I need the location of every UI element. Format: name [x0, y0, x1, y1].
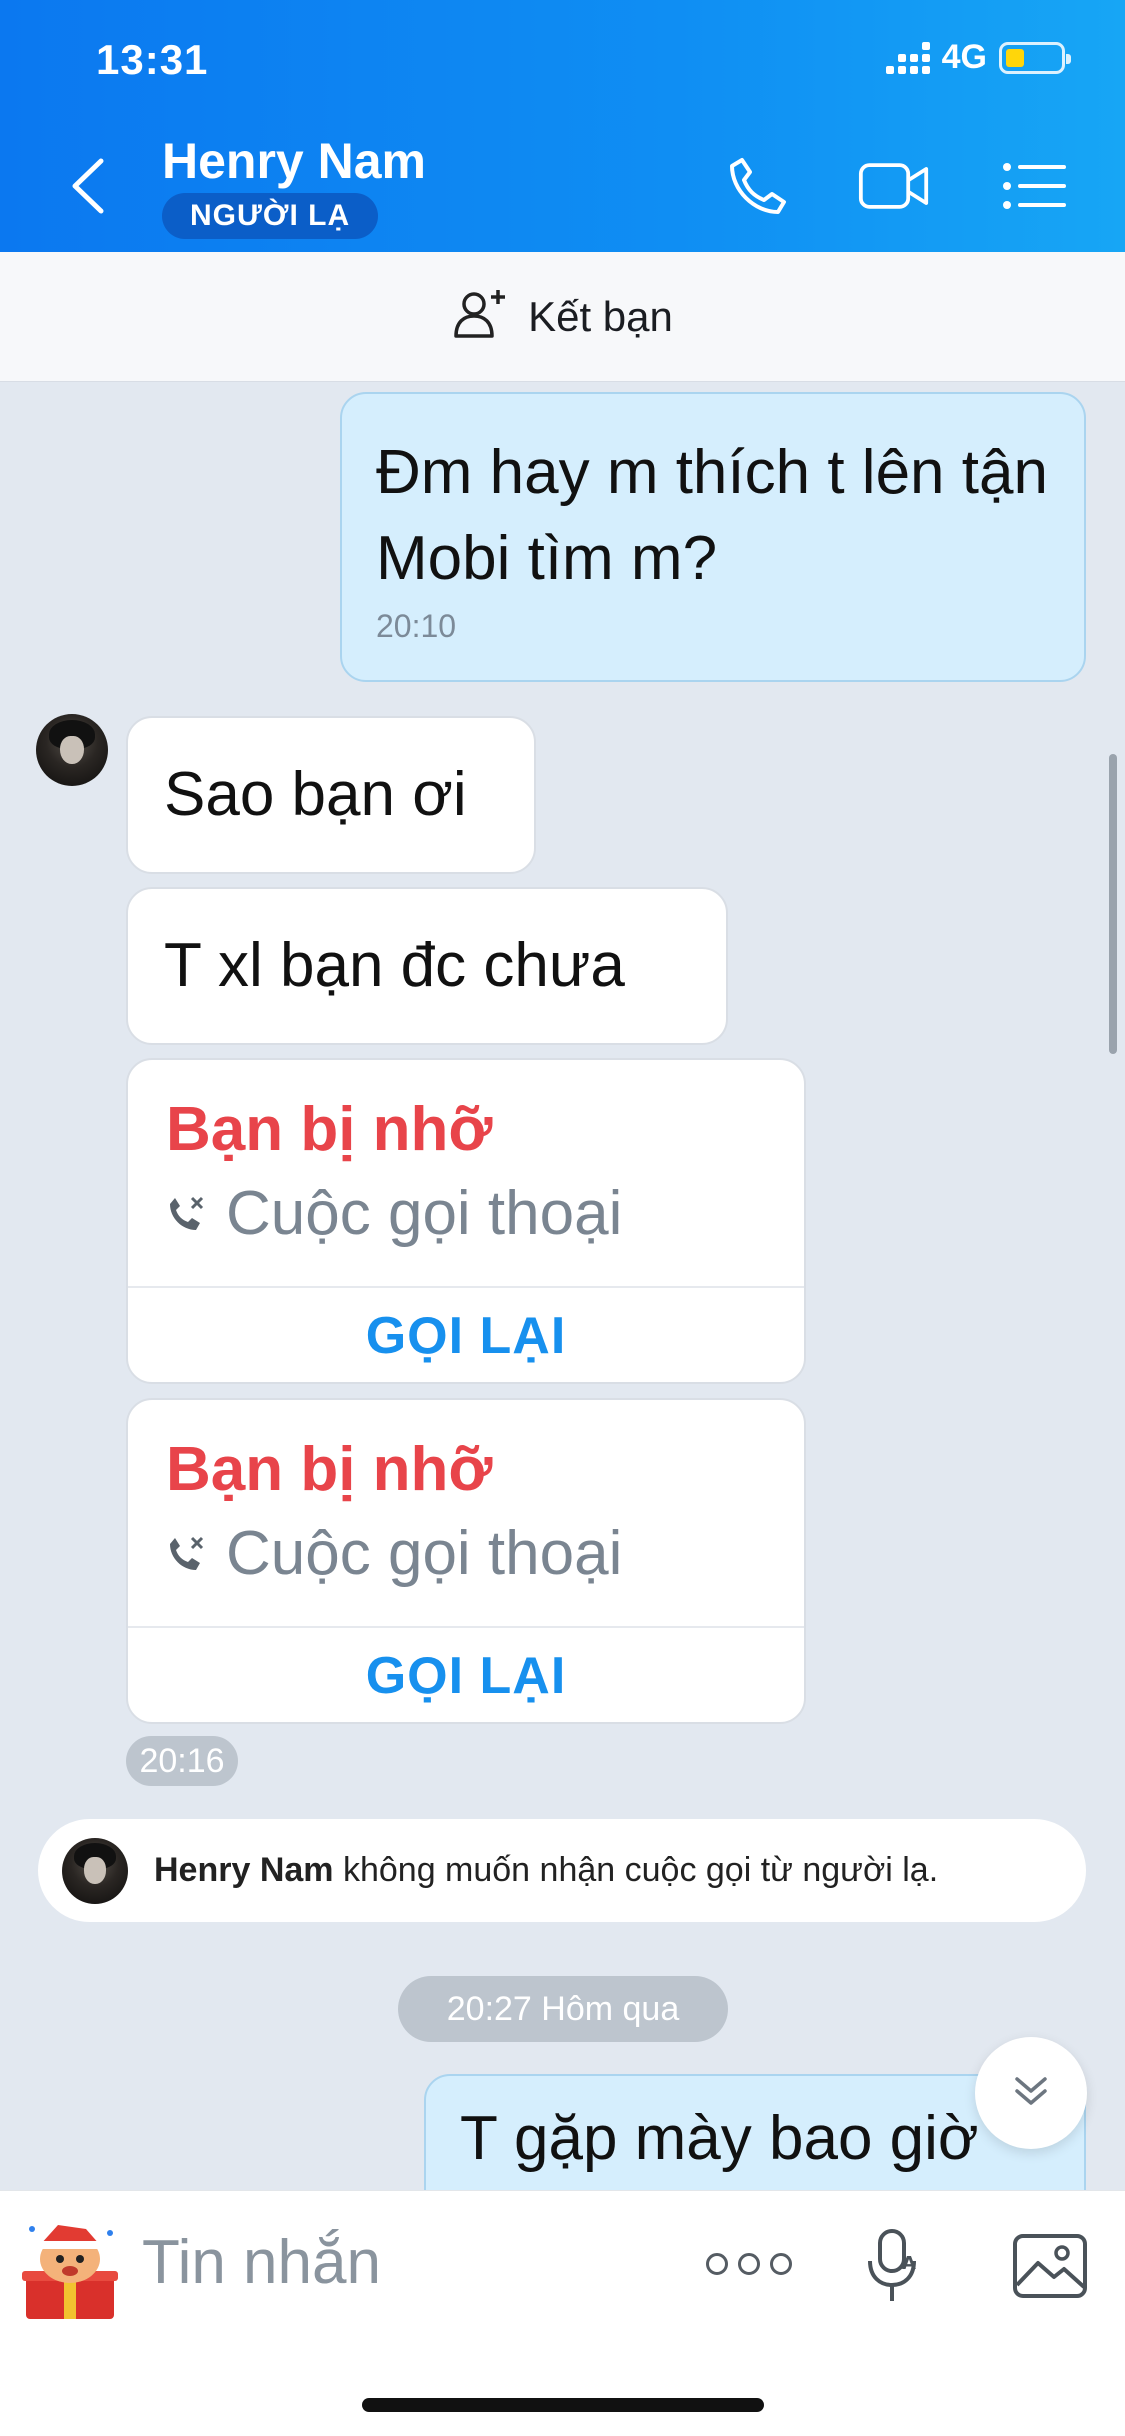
- message-text: T gặp mày bao giờ: [460, 2104, 979, 2173]
- call-back-button[interactable]: GỌI LẠI: [128, 1288, 804, 1382]
- stranger-badge: NGƯỜI LẠ: [162, 193, 379, 239]
- missed-call-title: Bạn bị nhỡ: [166, 1435, 493, 1504]
- menu-list-icon[interactable]: [998, 150, 1070, 222]
- call-type: Cuộc gọi thoại: [166, 1178, 622, 1249]
- notice-contact-name: Henry Nam: [154, 1851, 334, 1889]
- image-gallery-icon[interactable]: [1012, 2233, 1088, 2299]
- missed-call-card[interactable]: Bạn bị nhỡ Cuộc gọi thoại GỌI LẠI: [126, 1398, 806, 1724]
- voice-to-text-icon[interactable]: A: [862, 2227, 924, 2307]
- chat-header: 13:31 4G Henry Nam NGƯỜI LẠ: [0, 0, 1125, 252]
- message-bubble-incoming[interactable]: Sao bạn ơi: [126, 716, 536, 874]
- add-friend-bar[interactable]: Kết bạn: [0, 252, 1125, 382]
- add-friend-icon: [452, 286, 508, 347]
- status-icons: 4G: [885, 38, 1071, 77]
- message-input[interactable]: Tin nhắn: [142, 2227, 381, 2298]
- missed-call-title: Bạn bị nhỡ: [166, 1095, 493, 1164]
- message-time: 20:10: [376, 608, 457, 644]
- network-type: 4G: [941, 38, 987, 76]
- call-back-button[interactable]: GỌI LẠI: [128, 1628, 804, 1722]
- back-arrow-icon[interactable]: [60, 150, 114, 222]
- more-options-icon[interactable]: [706, 2253, 792, 2275]
- video-call-icon[interactable]: [858, 150, 930, 222]
- message-text: Sao bạn ơi: [164, 760, 467, 829]
- double-chevron-down-icon: [1011, 2071, 1051, 2116]
- add-friend-label: Kết bạn: [528, 292, 673, 340]
- call-type: Cuộc gọi thoại: [166, 1518, 622, 1589]
- call-type-label: Cuộc gọi thoại: [226, 1519, 623, 1588]
- status-time: 13:31: [96, 36, 209, 83]
- message-text: Đm hay m thích t lên tận Mobi tìm m?: [376, 438, 1048, 593]
- system-notice: Henry Nam không muốn nhận cuộc gọi từ ng…: [38, 1819, 1086, 1922]
- contact-avatar[interactable]: [36, 714, 108, 786]
- call-type-label: Cuộc gọi thoại: [226, 1179, 623, 1248]
- message-bubble-incoming[interactable]: T xl bạn đc chưa: [126, 887, 728, 1045]
- message-bubble-outgoing[interactable]: Đm hay m thích t lên tận Mobi tìm m? 20:…: [340, 392, 1086, 682]
- home-indicator[interactable]: [362, 2398, 764, 2412]
- day-separator: 20:27 Hôm qua: [398, 1976, 728, 2042]
- missed-call-icon: [166, 1518, 206, 1589]
- message-text: T xl bạn đc chưa: [164, 931, 625, 1000]
- missed-call-card[interactable]: Bạn bị nhỡ Cuộc gọi thoại GỌI LẠI: [126, 1058, 806, 1384]
- phone-icon[interactable]: [720, 150, 792, 222]
- signal-icon: [885, 41, 930, 74]
- contact-avatar: [62, 1837, 128, 1904]
- contact-name[interactable]: Henry Nam: [162, 132, 426, 190]
- notice-text: không muốn nhận cuộc gọi từ người lạ.: [333, 1851, 939, 1889]
- battery-icon: [999, 41, 1071, 74]
- chat-area[interactable]: Đm hay m thích t lên tận Mobi tìm m? 20:…: [0, 382, 1125, 2190]
- svg-text:A: A: [902, 2253, 916, 2274]
- scroll-to-bottom-button[interactable]: [975, 2037, 1087, 2149]
- scroll-indicator[interactable]: [1109, 754, 1117, 1054]
- sticker-icon[interactable]: [18, 2219, 122, 2323]
- message-group-time: 20:16: [126, 1736, 238, 1786]
- missed-call-icon: [166, 1178, 206, 1249]
